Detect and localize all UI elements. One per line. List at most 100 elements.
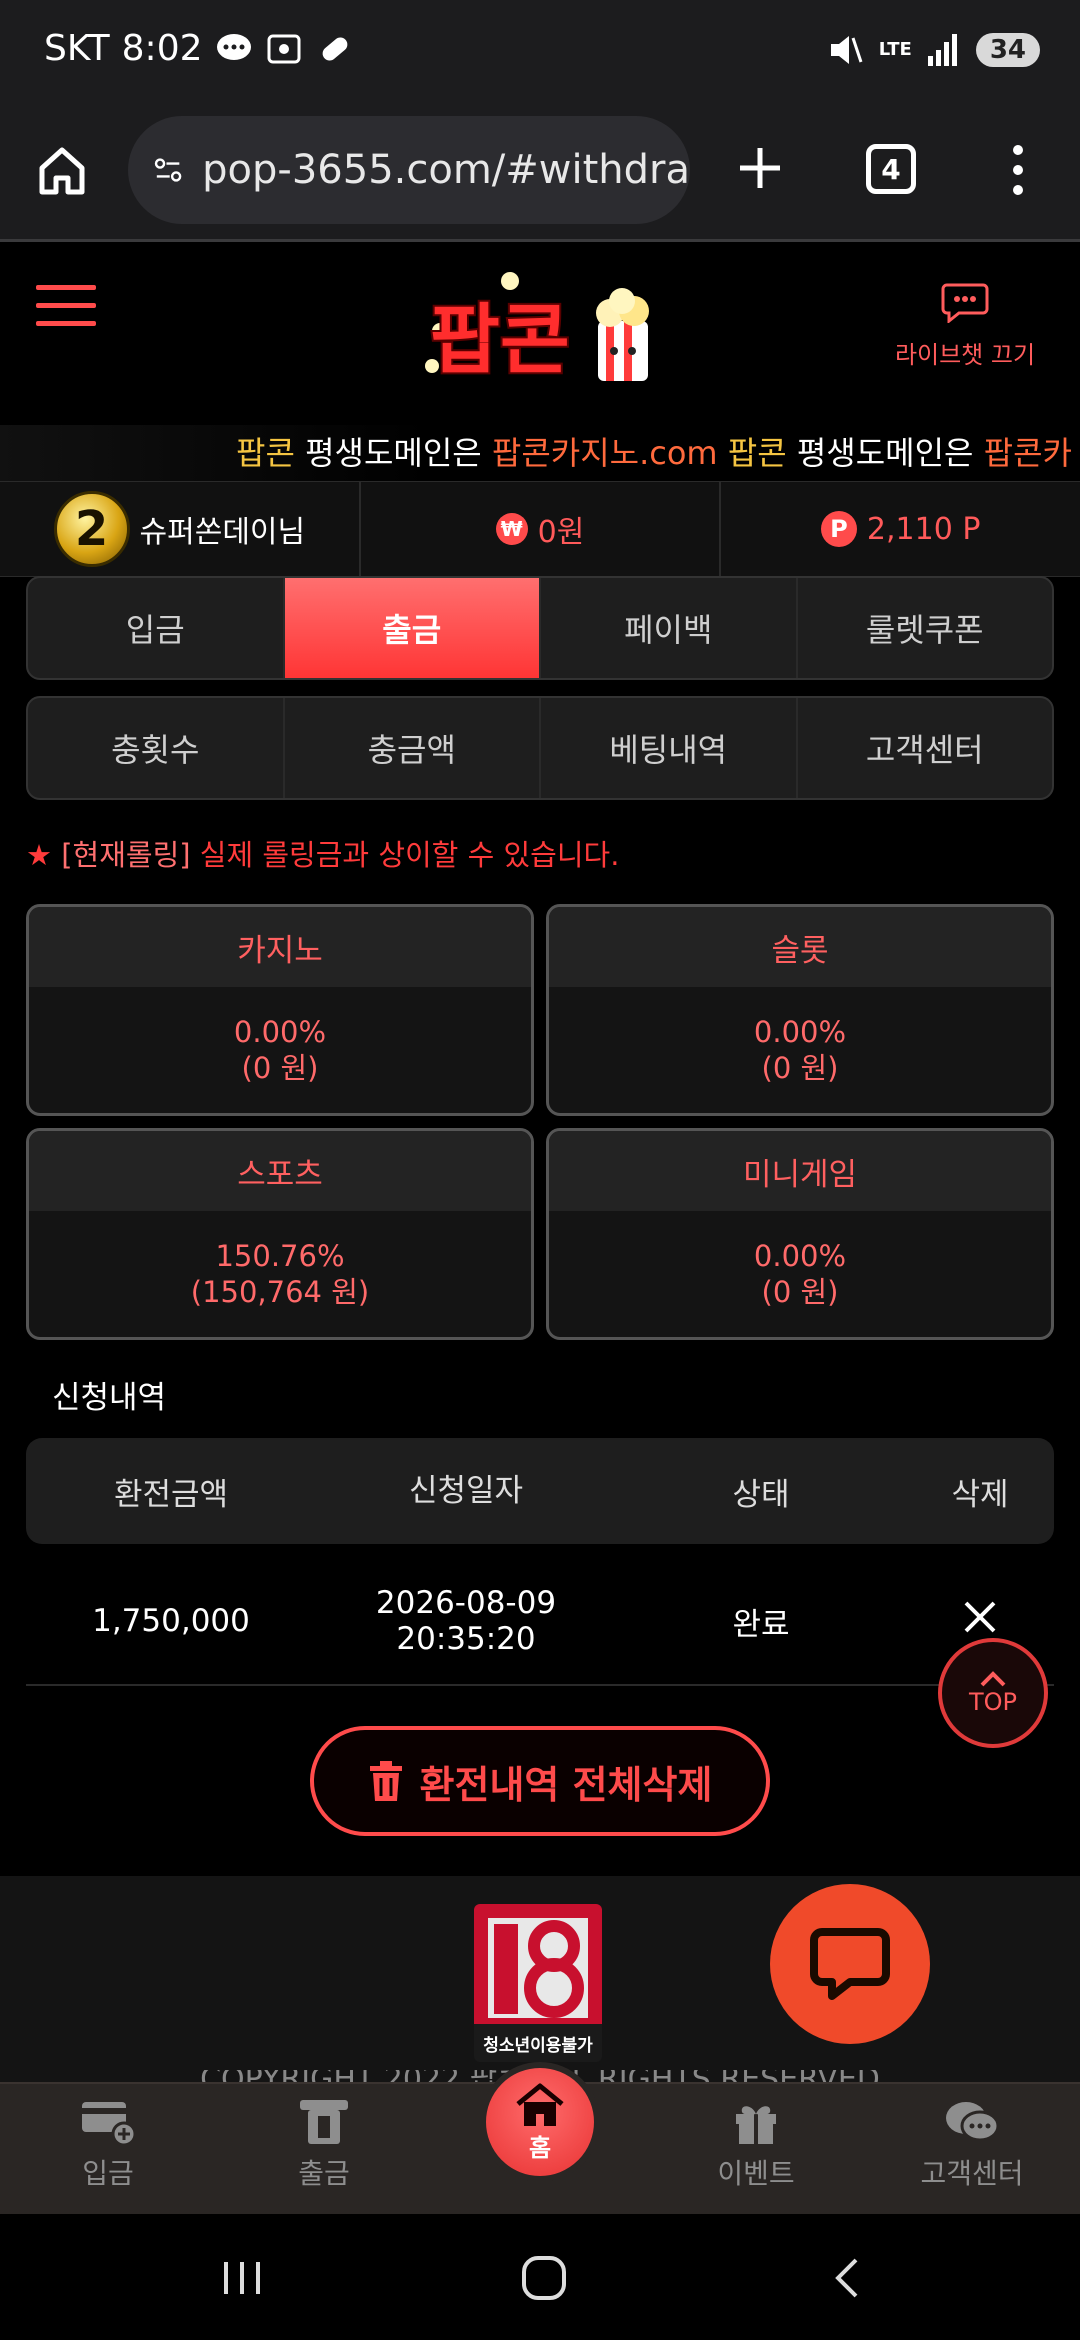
top-label: TOP (968, 1688, 1018, 1716)
nav-label: 이벤트 (717, 2157, 795, 2190)
marquee-text: 평생도메인은 (786, 434, 984, 472)
user-info-row: 2 슈퍼쏜데이님 ₩ 0원 P 2,110 P (0, 481, 1080, 577)
recent-apps-icon[interactable] (212, 2250, 272, 2306)
tab-deposit[interactable]: 입금 (28, 578, 285, 678)
tab-withdraw[interactable]: 출금 (284, 578, 541, 678)
delete-all-history-button[interactable]: 환전내역 전체삭제 (310, 1726, 770, 1836)
rolling-amount: (0 원) (761, 1275, 839, 1309)
signal-icon (927, 34, 957, 66)
user-money[interactable]: ₩ 0원 (361, 482, 722, 576)
rolling-values: 0.00% (0 원) (29, 987, 531, 1113)
tab-charge-count[interactable]: 충횟수 (28, 698, 285, 798)
request-date: 2026-08-09 (375, 1585, 557, 1621)
main-tabs: 입금 출금 페이백 룰렛쿠폰 (26, 576, 1054, 680)
nav-label: 출금 (298, 2157, 350, 2190)
support-chat-icon (946, 2102, 1000, 2142)
marquee-domain: 팝콘카지노.com (491, 434, 718, 472)
more-menu-icon[interactable] (1000, 140, 1036, 200)
logo-text: 팝콘 (430, 295, 570, 384)
age-label: 청소년이용불가 (483, 2036, 593, 2056)
nav-withdraw[interactable]: 출금 (244, 2098, 404, 2192)
rolling-percent: 0.00% (753, 1015, 847, 1049)
rolling-percent: 0.00% (753, 1239, 847, 1273)
nav-home-label: 홈 (528, 2133, 552, 2162)
new-tab-icon[interactable] (730, 138, 790, 198)
user-points[interactable]: P 2,110 P (721, 482, 1080, 576)
rolling-category: 스포츠 (29, 1131, 531, 1211)
browser-toolbar: pop-3655.com/#withdra 4 (0, 104, 1080, 242)
address-bar[interactable]: pop-3655.com/#withdra (128, 116, 690, 224)
clock: 8:02 (121, 28, 203, 69)
chevron-up-icon (980, 1671, 1006, 1687)
rolling-percent: 150.76% (215, 1239, 345, 1273)
tab-roulette-coupon[interactable]: 룰렛쿠폰 (798, 578, 1053, 678)
rolling-category: 슬롯 (549, 907, 1051, 987)
rolling-values: 0.00% (0 원) (549, 987, 1051, 1113)
nav-label: 고객센터 (920, 2157, 1024, 2190)
marquee-brand: 팝콘 (717, 434, 787, 472)
rolling-slot: 슬롯 0.00% (0 원) (546, 904, 1054, 1116)
points-amount: 2,110 P (866, 511, 981, 547)
livechat-toggle[interactable]: 라이브챗 끄기 (880, 281, 1050, 370)
star-icon: ★ (26, 838, 52, 872)
history-title: 신청내역 (52, 1380, 167, 1416)
message-bubble-icon (216, 33, 251, 60)
rolling-notice: ★ [현재롤링] 실제 롤링금과 상이할 수 있습니다. (26, 832, 619, 874)
sub-tabs: 충횟수 충금액 베팅내역 고객센터 (26, 696, 1054, 800)
delete-row-button[interactable] (906, 1597, 1054, 1645)
card-plus-icon (82, 2102, 136, 2146)
marquee-text: 평생도메인은 (294, 434, 492, 472)
column-header: 삭제 (951, 1476, 1009, 1513)
user-profile[interactable]: 2 슈퍼쏜데이님 (0, 482, 361, 576)
nav-support[interactable]: 고객센터 (892, 2098, 1052, 2192)
home-button-icon[interactable] (514, 2250, 574, 2306)
won-icon: ₩ (495, 513, 528, 545)
gift-icon (736, 2106, 776, 2144)
chat-icon (810, 1928, 890, 2000)
nav-event[interactable]: 이벤트 (676, 2098, 836, 2192)
screenshot-icon (267, 34, 300, 63)
browser-home-icon[interactable] (34, 142, 90, 198)
request-time: 20:35:20 (396, 1621, 536, 1657)
site-settings-icon[interactable] (152, 150, 184, 190)
home-icon (516, 2083, 564, 2126)
nav-home[interactable]: 홈 (480, 2062, 600, 2182)
age-18-icon (474, 1904, 602, 2024)
age-restriction-badge: 청소년이용불가 (474, 1904, 602, 2062)
rolling-casino: 카지노 0.00% (0 원) (26, 904, 534, 1116)
tab-charge-amount[interactable]: 충금액 (285, 698, 541, 798)
battery-indicator: 34 (975, 33, 1040, 67)
chat-fab-button[interactable] (770, 1884, 930, 2044)
rolling-percent: 0.00% (233, 1015, 327, 1049)
tab-switcher-button[interactable]: 4 (866, 144, 916, 194)
tab-customer-center[interactable]: 고객센터 (798, 698, 1053, 798)
marquee-domain: 팝콘카 (983, 434, 1072, 472)
back-icon[interactable] (818, 2250, 878, 2306)
scroll-top-button[interactable]: TOP (938, 1638, 1048, 1748)
mute-icon (830, 36, 863, 64)
system-navigation (0, 2214, 1080, 2340)
request-datetime: 2026-08-09 20:35:20 (316, 1585, 616, 1657)
status-right: LTE 34 (825, 30, 1040, 70)
nav-deposit[interactable]: 입금 (28, 2098, 188, 2192)
network-type: LTE (878, 39, 912, 60)
site-header: 팝콘 라이브챗 끄기 (0, 245, 1080, 425)
trash-icon (369, 1761, 402, 1801)
marquee-brand: 팝콘 (236, 434, 295, 472)
tab-betting-history[interactable]: 베팅내역 (541, 698, 798, 798)
tab-payback[interactable]: 페이백 (541, 578, 798, 678)
popcorn-logo[interactable]: 팝콘 (410, 261, 670, 401)
rolling-category: 미니게임 (549, 1131, 1051, 1211)
rolling-minigame: 미니게임 0.00% (0 원) (546, 1128, 1054, 1340)
delete-all-label: 환전내역 전체삭제 (419, 1762, 713, 1807)
nav-label: 입금 (82, 2157, 134, 2190)
column-header: 상태 (732, 1476, 790, 1513)
withdraw-icon (300, 2100, 348, 2144)
status-left: SKT 8:02 (44, 28, 353, 69)
rolling-amount: (0 원) (761, 1051, 839, 1085)
rolling-sports: 스포츠 150.76% (150,764 원) (26, 1128, 534, 1340)
column-header: 환전금액 (113, 1476, 229, 1513)
hamburger-menu-icon[interactable] (36, 283, 96, 329)
footer: 청소년이용불가 (0, 1876, 1080, 2086)
table-row: 1,750,000 2026-08-09 20:35:20 완료 (26, 1558, 1054, 1686)
